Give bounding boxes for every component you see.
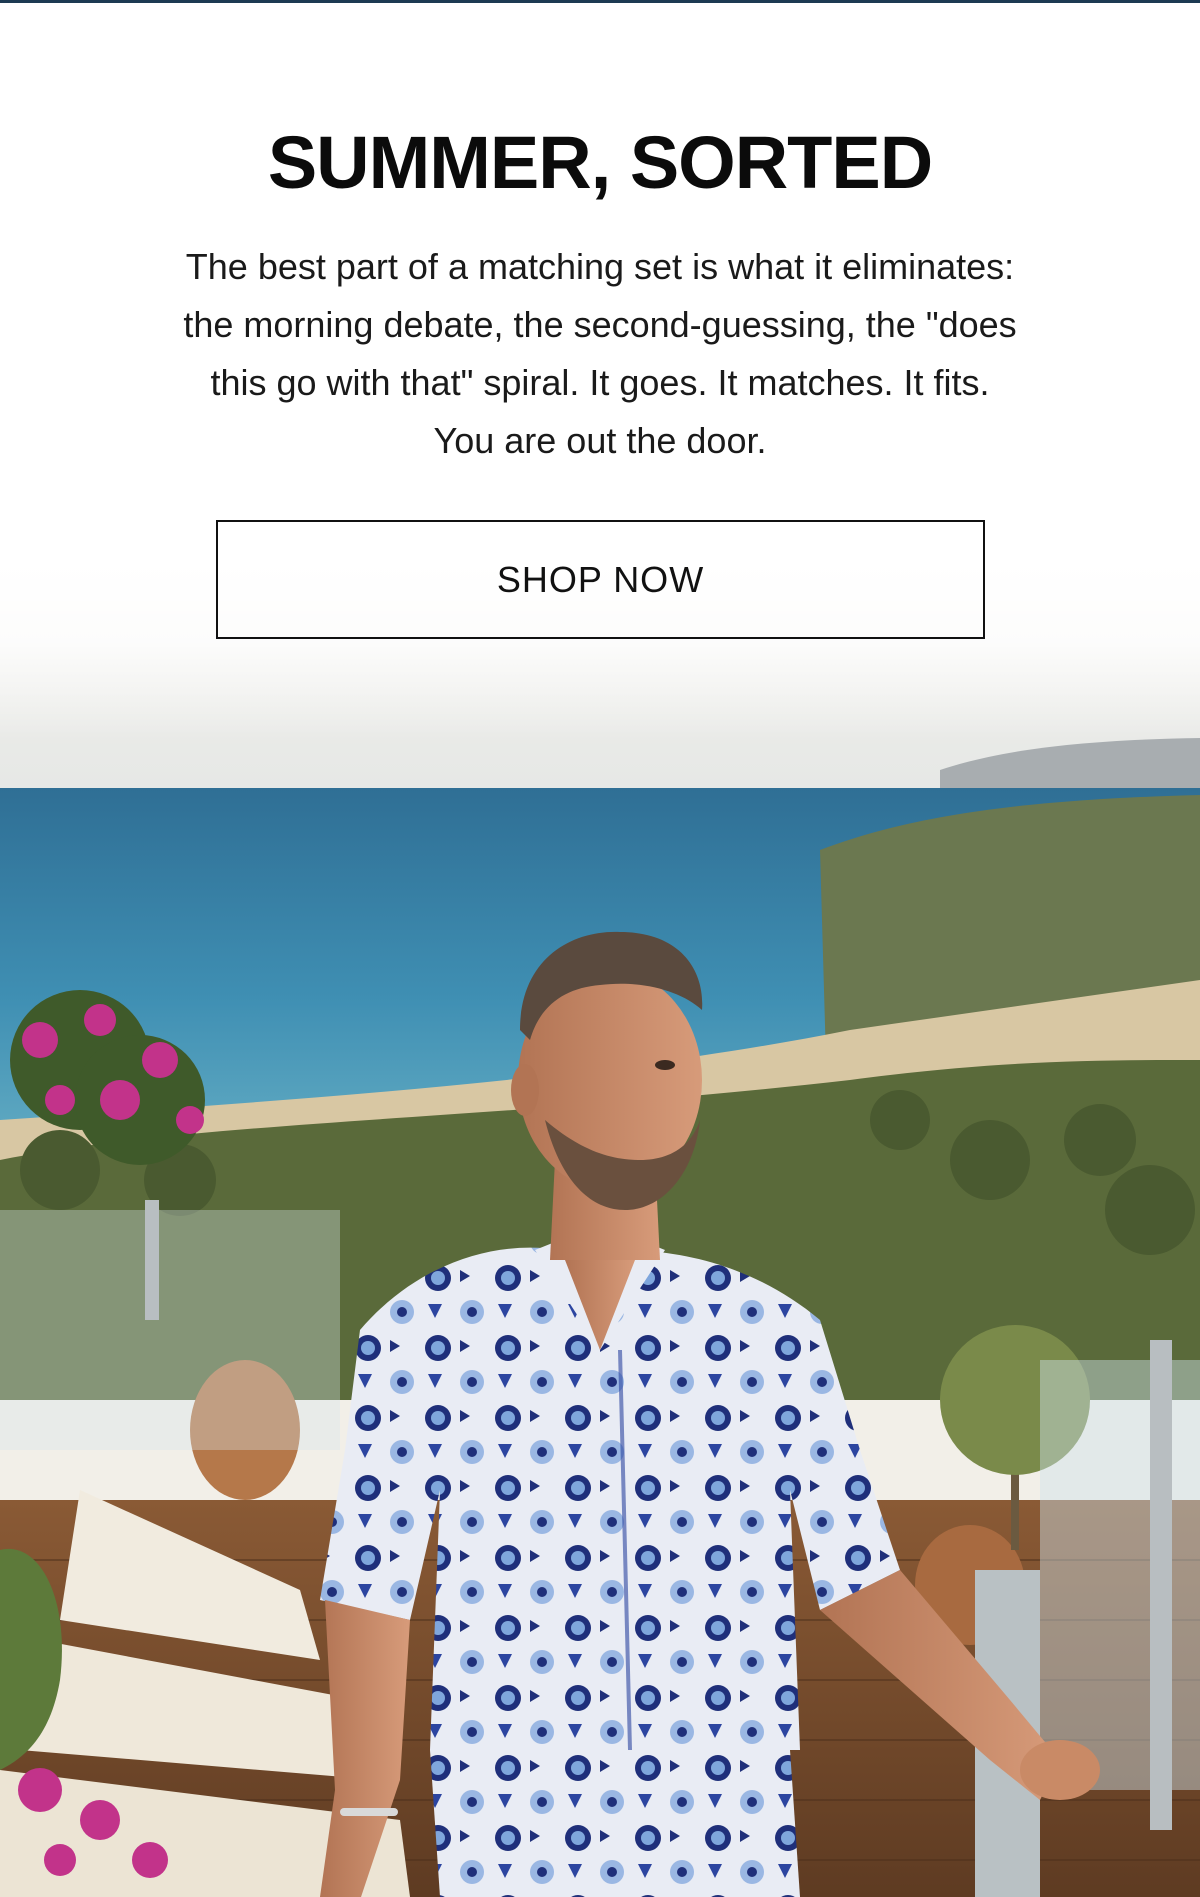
top-accent-rule (0, 0, 1200, 3)
hero-photo (0, 560, 1200, 1897)
body-copy: The best part of a matching set is what … (140, 238, 1060, 470)
body-line: this go with that" spiral. It goes. It m… (210, 362, 990, 403)
page-title: SUMMER, SORTED (267, 121, 933, 204)
body-line: The best part of a matching set is what … (185, 246, 1015, 287)
body-line: You are out the door. (433, 420, 767, 461)
shop-now-button[interactable]: SHOP NOW (216, 520, 985, 639)
body-line: the morning debate, the second-guessing,… (183, 304, 1017, 345)
